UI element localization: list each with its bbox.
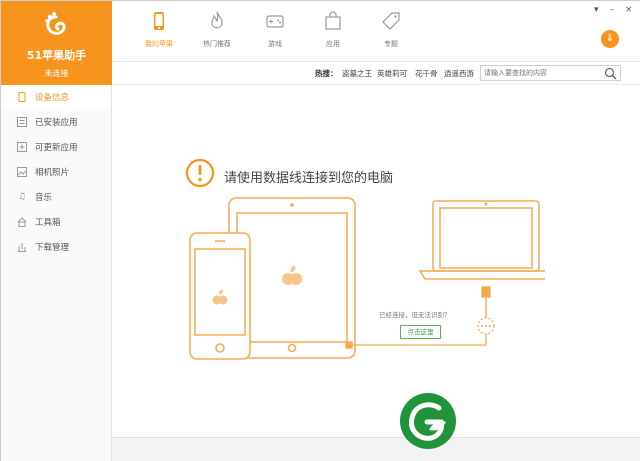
brand-logo-icon [45,12,66,35]
sidebar-item-label: 设备信息 [35,93,70,103]
photo-icon [17,167,27,177]
top-nav: 我的苹果 热门推荐 游戏 应用 专题 ▾ – × ⇓ [112,1,640,62]
tab-apps[interactable]: 应用 [308,11,358,55]
download-button[interactable]: ⇓ [601,30,619,48]
hot-link[interactable]: 英雄莉可 [377,68,407,79]
sidebar-item-toolbox[interactable]: 工具箱 [1,210,111,234]
phone-icon [154,12,164,30]
apple-logo-tablet [282,265,302,285]
gamepad-icon [266,15,284,28]
connect-prompt: 请使用数据线连接到您的电脑 [224,171,394,186]
brand-panel: 51苹果助手 未连接 [1,1,112,85]
sidebar-item-installed-apps[interactable]: 已安装应用 [1,110,111,134]
download-icon: ⇓ [605,33,615,44]
flame-icon [211,11,223,29]
hot-label: 热搜： [315,69,338,78]
sidebar-item-label: 已安装应用 [35,118,78,128]
connection-illustration [189,197,545,360]
main-content: 请使用数据线连接到您的电脑 已经连接，但无法识别？ 点击这里 [112,85,640,437]
tab-hot[interactable]: 热门推荐 [192,11,242,55]
search-icon[interactable] [604,67,617,80]
cable-dots [481,325,491,327]
brand-name: 51苹果助手 [26,49,87,62]
sidebar-item-label: 下载管理 [35,243,70,253]
tab-my-apple[interactable]: 我的苹果 [134,11,184,55]
laptop-illustration [418,200,545,280]
hot-link[interactable]: 花千骨 [415,68,438,79]
hot-link[interactable]: 盗墓之王 [342,68,372,79]
music-icon: ♫ [17,192,27,202]
sidebar-item-label: 音乐 [35,193,53,203]
tab-topics[interactable]: 专题 [366,11,416,55]
hot-link[interactable]: 逍遥西游 [444,68,474,79]
phone-illustration [189,232,251,360]
search-box [480,65,621,81]
tab-games[interactable]: 游戏 [250,11,300,55]
sidebar: 设备信息 已安装应用 可更新应用 相机照片 ♫ 音乐 工具箱 下载管理 [1,85,112,461]
watermark-logo-icon [400,393,456,449]
connection-status: 未连接 [44,69,69,78]
status-bar [112,437,640,461]
toolbox-icon [17,217,27,227]
sidebar-item-music[interactable]: ♫ 音乐 [1,185,111,209]
menu-dropdown-icon[interactable]: ▾ [594,5,599,15]
hint-text: 已经连接，但无法识别？ [379,311,451,319]
click-here-button[interactable]: 点击这里 [400,325,441,339]
sidebar-item-downloads[interactable]: 下载管理 [1,235,111,259]
search-input[interactable] [484,67,599,79]
tag-icon [382,12,400,30]
warning-icon [185,158,215,188]
tab-label: 应用 [326,40,340,48]
sidebar-item-device-info[interactable]: 设备信息 [1,85,111,109]
sidebar-item-updatable-apps[interactable]: 可更新应用 [1,135,111,159]
tab-label: 游戏 [268,40,282,48]
app-window: 51苹果助手 未连接 设备信息 已安装应用 可更新应用 相机照片 ♫ 音乐 工具… [0,0,640,461]
sidebar-item-label: 工具箱 [35,218,61,228]
sidebar-item-photos[interactable]: 相机照片 [1,160,111,184]
close-button[interactable]: × [625,5,633,15]
device-icon [17,92,27,102]
sidebar-item-label: 相机照片 [35,168,70,178]
apps-icon [17,117,27,127]
minimize-button[interactable]: – [610,5,615,15]
tab-label: 我的苹果 [145,40,173,48]
tab-label: 专题 [384,40,398,48]
hot-search-bar: 热搜： 盗墓之王 英雄莉可 花千骨 逍遥西游 [112,62,640,85]
tab-label: 热门推荐 [203,40,231,48]
download-manage-icon [17,242,27,252]
update-icon [17,142,27,152]
bag-icon [325,11,341,30]
sidebar-item-label: 可更新应用 [35,143,78,153]
